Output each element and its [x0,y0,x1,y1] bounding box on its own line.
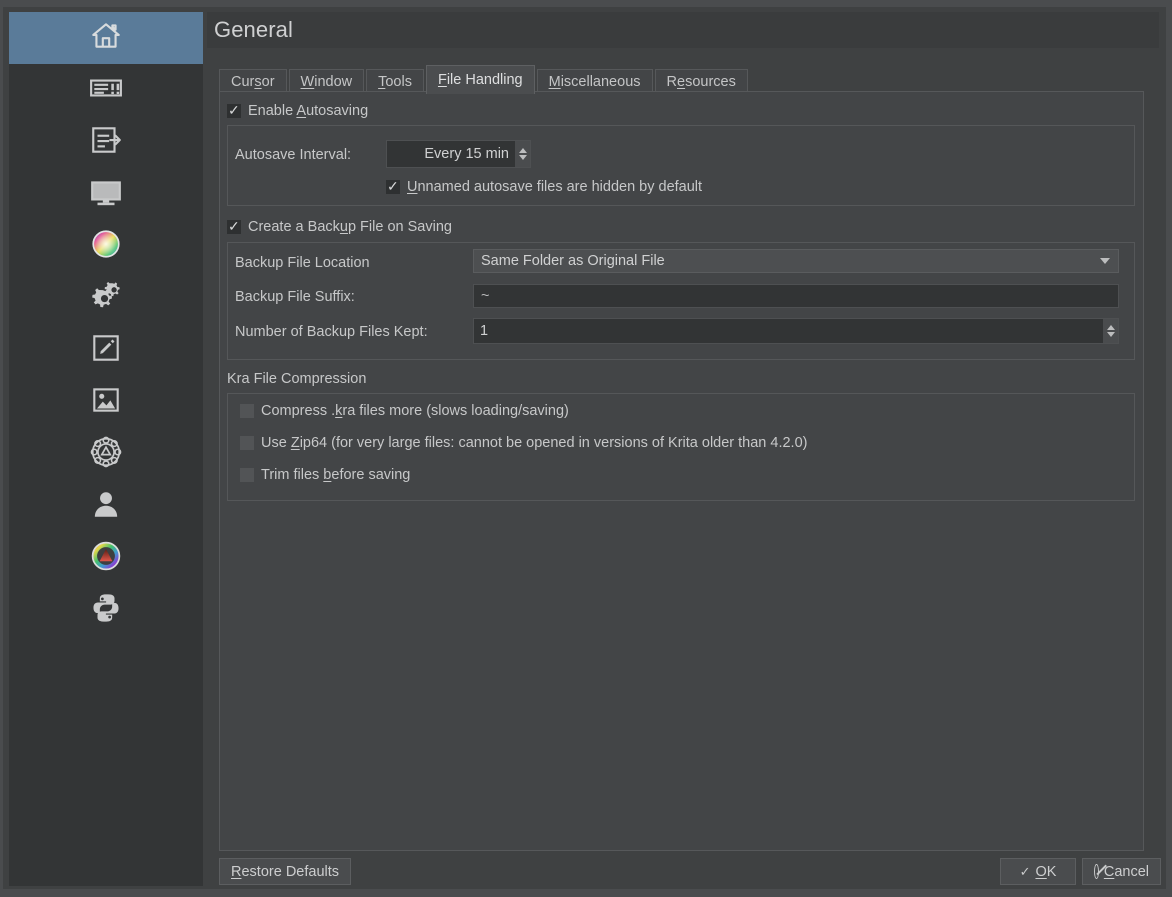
autosave-interval-spinbox[interactable]: Every 15 min [386,140,531,168]
tab-window[interactable]: Window [289,69,365,93]
sidebar-item-color-management[interactable] [9,220,203,272]
sidebar-item-keyboard-shortcuts[interactable] [9,64,203,116]
trim-files-label: Trim files before saving [261,467,410,483]
canvas-input-icon [89,123,123,157]
tab-cursor[interactable]: Cursor [219,69,287,93]
person-icon [89,487,123,521]
spin-up-icon[interactable] [519,148,527,153]
autosave-interval-value: Every 15 min [387,146,515,162]
backup-suffix-input[interactable]: ~ [473,284,1119,308]
sidebar-item-tablet-settings[interactable] [9,324,203,376]
sidebar-item-performance[interactable] [9,272,203,324]
tab-bar[interactable]: Cursor Window Tools File Handling Miscellane… [219,63,750,91]
window-frame-bottom [0,889,1172,897]
autosave-interval-spin-buttons[interactable] [515,141,530,167]
backup-count-spin-buttons[interactable] [1103,319,1118,343]
color-selector-icon [89,539,123,573]
chevron-down-icon[interactable] [1100,258,1110,264]
check-icon: ✓ [1020,864,1031,880]
enable-autosaving-checkbox[interactable] [227,104,241,118]
spin-down-icon[interactable] [519,155,527,160]
restore-defaults-button[interactable]: Restore Defaults [219,858,351,885]
autosave-groupbox: Autosave Interval: Every 15 min Unnamed … [227,125,1135,206]
use-zip64-checkbox[interactable] [240,436,254,450]
sidebar-item-canvas-only-settings[interactable] [9,376,203,428]
compress-kra-checkbox[interactable] [240,404,254,418]
dialog-button-row: Restore Defaults ✓ OK Cancel [219,858,1166,886]
unnamed-autosave-hidden-label: Unnamed autosave files are hidden by def… [407,179,702,195]
backup-suffix-label: Backup File Suffix: [235,289,355,305]
page-title: General [207,17,293,43]
compress-kra-label: Compress .kra files more (slows loading/… [261,403,569,419]
compress-kra-checkbox-row[interactable]: Compress .kra files more (slows loading/… [240,403,569,419]
gears-icon [89,279,123,313]
spin-down-icon[interactable] [1107,332,1115,337]
no-entry-icon [1094,864,1099,879]
settings-category-sidebar[interactable] [9,12,203,886]
popup-palette-icon [89,435,123,469]
spin-up-icon[interactable] [1107,325,1115,330]
tab-resources[interactable]: Resources [655,69,748,93]
keyboard-icon [89,71,123,105]
create-backup-checkbox-row[interactable]: Create a Backup File on Saving [227,219,452,235]
preferences-dialog: General Cursor Window Tools File Handling Mi… [0,0,1172,897]
tab-label: Resources [667,74,736,90]
window-frame-right [1166,0,1172,897]
create-backup-label: Create a Backup File on Saving [248,219,452,235]
trim-files-checkbox-row[interactable]: Trim files before saving [240,467,410,483]
main-content-area: General Cursor Window Tools File Handling Mi… [207,7,1166,888]
use-zip64-label: Use Zip64 (for very large files: cannot … [261,435,807,451]
file-handling-panel: Enable Autosaving Autosave Interval: Eve… [219,91,1144,851]
use-zip64-checkbox-row[interactable]: Use Zip64 (for very large files: cannot … [240,435,807,451]
tab-tools[interactable]: Tools [366,69,424,93]
cancel-label: Cancel [1104,864,1149,880]
sidebar-item-python-plugin-manager[interactable] [9,584,203,636]
autosave-interval-label: Autosave Interval: [235,147,351,163]
backup-count-spinbox[interactable]: 1 [473,318,1119,344]
tab-label: File Handling [438,72,523,88]
unnamed-autosave-hidden-checkbox[interactable] [386,180,400,194]
sidebar-item-pop-up-palette[interactable] [9,428,203,480]
backup-count-label: Number of Backup Files Kept: [235,324,428,340]
create-backup-checkbox[interactable] [227,220,241,234]
enable-autosaving-checkbox-row[interactable]: Enable Autosaving [227,103,368,119]
tab-label: Cursor [231,74,275,90]
backup-groupbox: Backup File Location Same Folder as Orig… [227,242,1135,360]
sidebar-item-color-selector-settings[interactable] [9,532,203,584]
color-wheel-icon [89,227,123,261]
window-frame-top [0,0,1172,7]
backup-location-label: Backup File Location [235,255,370,271]
kra-compression-groupbox: Compress .kra files more (slows loading/… [227,393,1135,501]
sidebar-item-general[interactable] [9,12,203,64]
unnamed-autosave-hidden-checkbox-row[interactable]: Unnamed autosave files are hidden by def… [386,179,702,195]
tab-file-handling[interactable]: File Handling [426,65,535,94]
restore-defaults-label: Restore Defaults [231,864,339,880]
tab-label: Miscellaneous [549,74,641,90]
backup-count-value: 1 [474,323,1103,339]
enable-autosaving-label: Enable Autosaving [248,103,368,119]
sidebar-item-author[interactable] [9,480,203,532]
python-icon [89,591,123,625]
trim-files-checkbox[interactable] [240,468,254,482]
monitor-icon [89,175,123,209]
backup-location-value: Same Folder as Original File [481,253,665,269]
backup-location-combobox[interactable]: Same Folder as Original File [473,249,1119,273]
tab-label: Window [301,74,353,90]
page-title-bar: General [207,12,1159,48]
pencil-icon [89,331,123,365]
sidebar-item-canvas-input-settings[interactable] [9,116,203,168]
cancel-button[interactable]: Cancel [1082,858,1161,885]
sidebar-item-display[interactable] [9,168,203,220]
tab-label: Tools [378,74,412,90]
backup-suffix-value: ~ [481,288,489,304]
image-icon [89,383,123,417]
home-icon [89,19,123,53]
window-frame-left [0,0,3,897]
tab-miscellaneous[interactable]: Miscellaneous [537,69,653,93]
ok-button[interactable]: ✓ OK [1000,858,1076,885]
ok-label: OK [1035,864,1056,880]
kra-compression-heading: Kra File Compression [227,371,366,387]
